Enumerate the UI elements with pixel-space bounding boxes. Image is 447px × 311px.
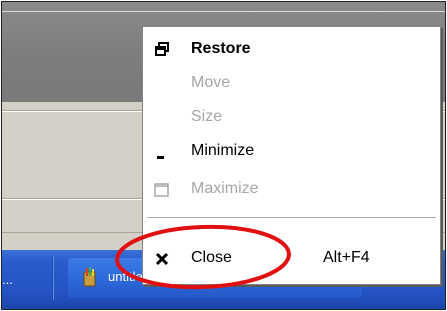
- menu-item-move[interactable]: Move: [143, 69, 440, 99]
- restore-icon: [155, 42, 169, 56]
- menu-item-label: Move: [191, 74, 231, 91]
- menu-item-restore[interactable]: Restore: [143, 35, 440, 65]
- taskbar-overflow-label[interactable]: ...: [2, 272, 13, 287]
- menu-item-label: Minimize: [191, 142, 255, 159]
- menu-item-label: Restore: [191, 40, 251, 57]
- minimize-icon: [157, 156, 164, 159]
- menu-item-shortcut: Alt+F4: [323, 249, 370, 266]
- menu-item-close[interactable]: Close Alt+F4: [143, 244, 440, 274]
- menu-item-label: Maximize: [191, 180, 259, 197]
- menu-item-minimize[interactable]: Minimize: [143, 137, 440, 167]
- menu-item-maximize[interactable]: Maximize: [143, 175, 440, 205]
- menu-separator: [147, 217, 436, 218]
- taskbar-divider: [52, 256, 53, 300]
- menu-item-label: Size: [191, 108, 223, 125]
- maximize-icon: [154, 183, 169, 197]
- close-icon: [155, 252, 169, 266]
- paint-app-icon: [83, 267, 96, 287]
- menu-item-size[interactable]: Size: [143, 103, 440, 133]
- window-edge-line: [2, 11, 445, 12]
- window-system-menu: Restore Move Size Minimize Maximize Clos…: [142, 26, 441, 285]
- menu-item-label: Close: [191, 249, 232, 266]
- screenshot-frame: ... untitled - Paint Restore Move S: [1, 1, 446, 310]
